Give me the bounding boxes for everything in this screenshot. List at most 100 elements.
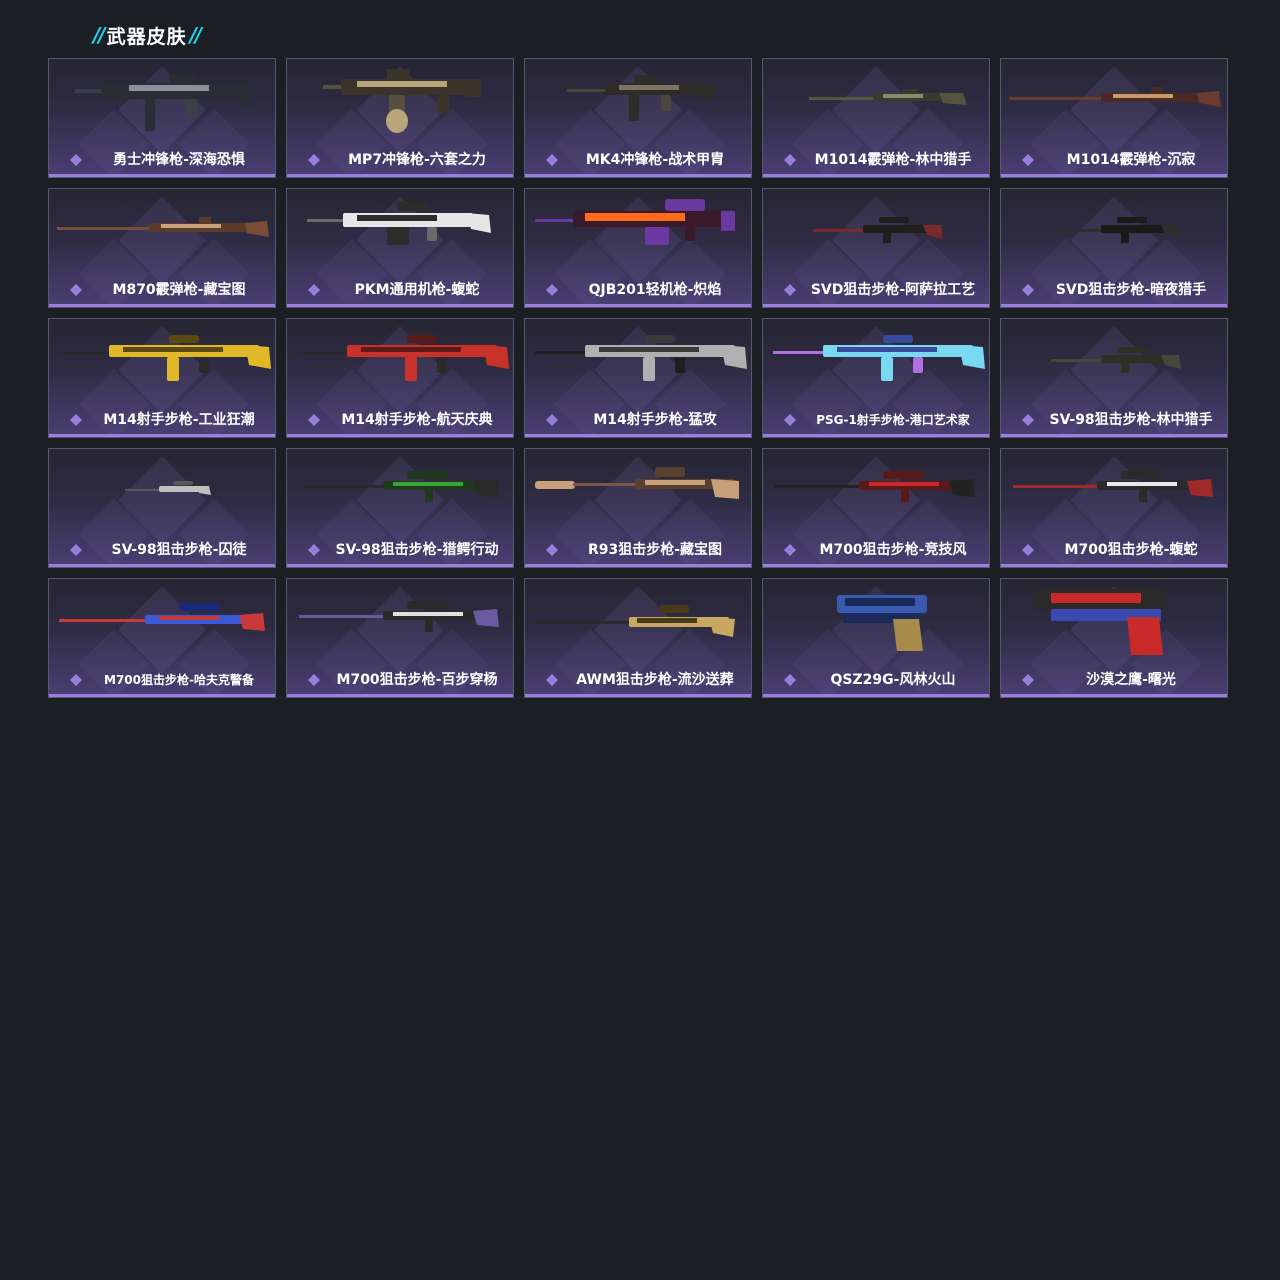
- skin-name-label: M700狙击步枪-竞技风: [819, 542, 967, 558]
- skin-card[interactable]: QJB201轻机枪-炽焰: [524, 188, 752, 308]
- grip: [437, 357, 447, 373]
- receiver-pattern: [129, 85, 209, 91]
- grip: [427, 227, 437, 241]
- barrel: [567, 89, 607, 92]
- stock: [467, 213, 491, 233]
- weapon-skin-image: [49, 319, 275, 407]
- grip: [199, 357, 209, 373]
- skin-name-label: SV-98狙击步枪-猎鳄行动: [335, 542, 499, 558]
- skin-card[interactable]: M700狙击步枪-竞技风: [762, 448, 990, 568]
- barrel: [535, 621, 635, 624]
- skin-card[interactable]: R93狙击步枪-藏宝图: [524, 448, 752, 568]
- skin-card[interactable]: M14射手步枪-工业狂潮: [48, 318, 276, 438]
- skin-card[interactable]: PKM通用机枪-蝮蛇: [286, 188, 514, 308]
- stock: [939, 93, 967, 105]
- magazine: [167, 357, 179, 381]
- skin-card[interactable]: SV-98狙击步枪-猎鳄行动: [286, 448, 514, 568]
- drum: [386, 109, 408, 133]
- receiver-pattern: [883, 94, 923, 98]
- rarity-diamond-icon: [65, 669, 87, 691]
- stock: [949, 479, 975, 497]
- weapon-skin-image: [1001, 579, 1227, 667]
- skin-card[interactable]: MP7冲锋枪-六套之力: [286, 58, 514, 178]
- stock: [245, 221, 269, 237]
- skin-name-label: AWM狙击步枪-流沙送葬: [576, 672, 734, 688]
- rarity-diamond-icon: [779, 409, 801, 431]
- skin-card[interactable]: M1014霰弹枪-林中猎手: [762, 58, 990, 178]
- magazine: [1121, 363, 1129, 373]
- magazine: [881, 357, 893, 381]
- skin-card[interactable]: AWM狙击步枪-流沙送葬: [524, 578, 752, 698]
- magazine: [405, 357, 417, 381]
- sight: [1151, 87, 1163, 93]
- magazine: [145, 99, 155, 131]
- sight: [635, 75, 659, 83]
- sight: [387, 69, 409, 79]
- skin-card[interactable]: M700狙击步枪-哈夫克警备: [48, 578, 276, 698]
- scope: [659, 605, 689, 613]
- skin-name-label: QJB201轻机枪-炽焰: [588, 282, 722, 298]
- skin-name-label: M14射手步枪-工业狂潮: [103, 412, 255, 428]
- weapon-skins-page: // 武器皮肤 // 勇士冲锋枪-深海恐惧 MP7冲锋枪-六套之力 MK4冲锋枪-战…: [0, 0, 1280, 1280]
- scope: [1117, 217, 1147, 223]
- weapon-skin-image: [1001, 319, 1227, 407]
- stock: [197, 486, 211, 495]
- slide-pattern: [1051, 593, 1141, 603]
- stock: [483, 345, 509, 369]
- receiver-pattern: [357, 215, 437, 221]
- skin-card[interactable]: SV-98狙击步枪-林中猎手: [1000, 318, 1228, 438]
- skin-card[interactable]: SVD狙击步枪-暗夜猎手: [1000, 188, 1228, 308]
- grip: [1127, 617, 1163, 655]
- stock: [473, 609, 499, 627]
- skin-name-label: M700狙击步枪-蝮蛇: [1064, 542, 1198, 558]
- skin-card[interactable]: M14射手步枪-航天庆典: [286, 318, 514, 438]
- skin-name-label: QSZ29G-风林火山: [830, 672, 956, 688]
- stock: [959, 345, 985, 369]
- rarity-diamond-icon: [65, 279, 87, 301]
- scope: [169, 75, 195, 83]
- stock: [467, 79, 481, 97]
- receiver-pattern: [637, 618, 697, 623]
- scope: [1121, 471, 1161, 479]
- stock: [239, 83, 251, 107]
- skin-card[interactable]: M700狙击步枪-百步穿杨: [286, 578, 514, 698]
- skin-card[interactable]: 勇士冲锋枪-深海恐惧: [48, 58, 276, 178]
- skin-card[interactable]: QSZ29G-风林火山: [762, 578, 990, 698]
- rarity-diamond-icon: [303, 149, 325, 171]
- receiver-pattern: [599, 347, 699, 352]
- scope: [407, 471, 447, 479]
- skin-card[interactable]: M14射手步枪-猛攻: [524, 318, 752, 438]
- rarity-diamond-icon: [1017, 409, 1039, 431]
- section-header: // 武器皮肤 //: [90, 20, 203, 50]
- magazine: [629, 95, 639, 121]
- receiver-pattern: [159, 616, 219, 620]
- weapon-skin-image: [49, 449, 275, 537]
- skin-name-label: PSG-1射手步枪-港口艺术家: [816, 413, 970, 427]
- weapon-skin-image: [1001, 449, 1227, 537]
- skin-card[interactable]: SV-98狙击步枪-囚徒: [48, 448, 276, 568]
- stock: [245, 345, 271, 369]
- stock: [239, 613, 265, 631]
- skin-card[interactable]: M870霰弹枪-藏宝图: [48, 188, 276, 308]
- skin-card[interactable]: SVD狙击步枪-阿萨拉工艺: [762, 188, 990, 308]
- receiver-pattern: [837, 347, 937, 352]
- barrel: [1013, 485, 1103, 488]
- rarity-diamond-icon: [65, 149, 87, 171]
- skin-card[interactable]: PSG-1射手步枪-港口艺术家: [762, 318, 990, 438]
- skin-name-label: M870霰弹枪-藏宝图: [112, 282, 246, 298]
- section-title: 武器皮肤: [106, 25, 187, 48]
- double-slash-icon: //: [189, 23, 203, 47]
- rarity-diamond-icon: [541, 539, 563, 561]
- trigger-guard: [425, 490, 433, 502]
- stock: [711, 479, 739, 499]
- weapon-skin-image: [525, 319, 751, 407]
- skin-card[interactable]: M700狙击步枪-蝮蛇: [1000, 448, 1228, 568]
- skin-name-label: M700狙击步枪-百步穿杨: [336, 672, 498, 688]
- trigger-guard: [425, 620, 433, 632]
- skin-card[interactable]: M1014霰弹枪-沉寂: [1000, 58, 1228, 178]
- skin-card[interactable]: MK4冲锋枪-战术甲胄: [524, 58, 752, 178]
- grip: [893, 619, 923, 651]
- skin-card[interactable]: 沙漠之鹰-曙光: [1000, 578, 1228, 698]
- barrel: [573, 483, 643, 486]
- rarity-diamond-icon: [1017, 669, 1039, 691]
